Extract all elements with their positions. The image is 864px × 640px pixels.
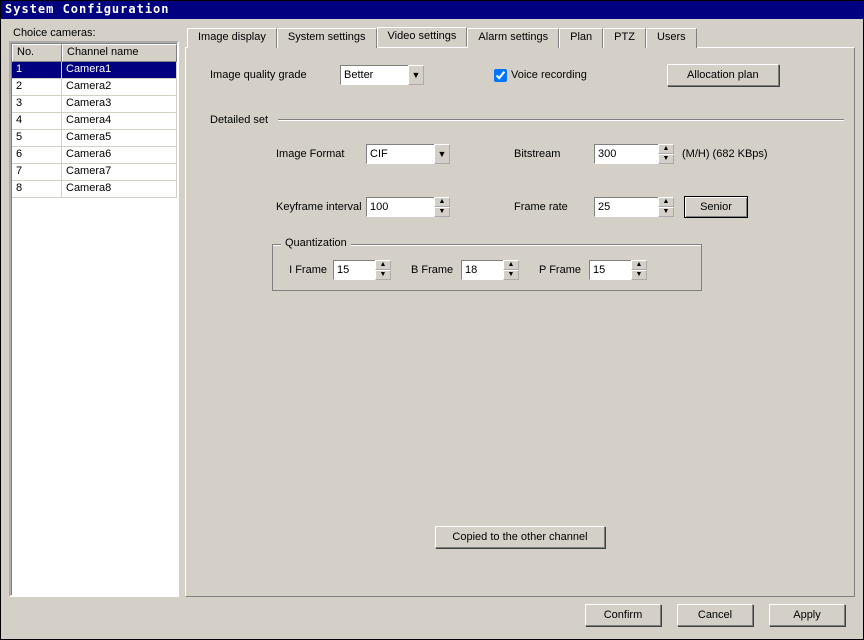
table-row[interactable]: 1Camera1 — [12, 62, 177, 79]
camera-label: Choice cameras: — [9, 27, 179, 39]
pframe-input[interactable] — [589, 260, 631, 280]
cell-name: Camera6 — [62, 147, 177, 163]
tab-video-settings[interactable]: Video settings — [377, 27, 468, 47]
col-no-header[interactable]: No. — [12, 44, 62, 62]
tab-strip: Image displaySystem settingsVideo settin… — [185, 27, 855, 47]
spin-up-icon[interactable]: ▲ — [658, 197, 674, 207]
pframe-spinner[interactable]: ▲ ▼ — [589, 260, 647, 280]
bframe-input[interactable] — [461, 260, 503, 280]
table-row[interactable]: 4Camera4 — [12, 113, 177, 130]
cell-name: Camera1 — [62, 62, 177, 78]
cell-name: Camera3 — [62, 96, 177, 112]
title-bar: System Configuration — [1, 1, 863, 19]
table-row[interactable]: 2Camera2 — [12, 79, 177, 96]
voice-recording-label: Voice recording — [511, 69, 587, 81]
spin-down-icon[interactable]: ▼ — [631, 270, 647, 280]
framerate-label: Frame rate — [514, 201, 594, 213]
tab-system-settings[interactable]: System settings — [277, 28, 377, 48]
spin-down-icon[interactable]: ▼ — [503, 270, 519, 280]
spin-up-icon[interactable]: ▲ — [375, 260, 391, 270]
spin-up-icon[interactable]: ▲ — [658, 144, 674, 154]
senior-button[interactable]: Senior — [684, 196, 748, 218]
bframe-label: B Frame — [411, 264, 461, 276]
image-quality-combo[interactable]: ▼ — [340, 65, 424, 85]
list-body: 1Camera12Camera23Camera34Camera45Camera5… — [12, 62, 177, 198]
cell-no: 5 — [12, 130, 62, 146]
cell-no: 1 — [12, 62, 62, 78]
spin-down-icon[interactable]: ▼ — [658, 154, 674, 164]
image-quality-label: Image quality grade — [210, 69, 340, 81]
spin-down-icon[interactable]: ▼ — [658, 207, 674, 217]
detailed-set-label: Detailed set — [210, 114, 268, 126]
image-format-input[interactable] — [366, 144, 434, 164]
table-row[interactable]: 3Camera3 — [12, 96, 177, 113]
iframe-spinner[interactable]: ▲ ▼ — [333, 260, 391, 280]
table-row[interactable]: 7Camera7 — [12, 164, 177, 181]
table-row[interactable]: 8Camera8 — [12, 181, 177, 198]
iframe-input[interactable] — [333, 260, 375, 280]
dropdown-icon[interactable]: ▼ — [408, 65, 424, 85]
cell-name: Camera7 — [62, 164, 177, 180]
copy-channel-button[interactable]: Copied to the other channel — [435, 526, 605, 548]
spin-up-icon[interactable]: ▲ — [631, 260, 647, 270]
confirm-button[interactable]: Confirm — [585, 604, 661, 626]
footer: Confirm Cancel Apply — [9, 597, 855, 633]
upper-area: Choice cameras: No. Channel name 1Camera… — [9, 27, 855, 597]
tab-users[interactable]: Users — [646, 28, 697, 48]
iframe-label: I Frame — [283, 264, 333, 276]
image-format-combo[interactable]: ▼ — [366, 144, 450, 164]
image-quality-input[interactable] — [340, 65, 408, 85]
apply-button[interactable]: Apply — [769, 604, 845, 626]
tab-plan[interactable]: Plan — [559, 28, 603, 48]
video-settings-page: Image quality grade ▼ Voice recording Al… — [185, 47, 855, 597]
cancel-button[interactable]: Cancel — [677, 604, 753, 626]
spin-down-icon[interactable]: ▼ — [375, 270, 391, 280]
dropdown-icon[interactable]: ▼ — [434, 144, 450, 164]
spin-up-icon[interactable]: ▲ — [434, 197, 450, 207]
window-title: System Configuration — [5, 2, 170, 16]
tab-ptz[interactable]: PTZ — [603, 28, 646, 48]
table-row[interactable]: 5Camera5 — [12, 130, 177, 147]
framerate-input[interactable] — [594, 197, 658, 217]
tab-alarm-settings[interactable]: Alarm settings — [467, 28, 559, 48]
allocation-plan-button[interactable]: Allocation plan — [667, 64, 779, 86]
cell-no: 7 — [12, 164, 62, 180]
spin-down-icon[interactable]: ▼ — [434, 207, 450, 217]
keyframe-input[interactable] — [366, 197, 434, 217]
cell-name: Camera5 — [62, 130, 177, 146]
bframe-spinner[interactable]: ▲ ▼ — [461, 260, 519, 280]
framerate-spinner[interactable]: ▲ ▼ — [594, 197, 674, 217]
client-area: Choice cameras: No. Channel name 1Camera… — [1, 19, 863, 639]
keyframe-spinner[interactable]: ▲ ▼ — [366, 197, 450, 217]
image-format-label: Image Format — [276, 148, 366, 160]
voice-recording-checkbox[interactable]: Voice recording — [494, 69, 587, 82]
bitstream-input[interactable] — [594, 144, 658, 164]
pframe-label: P Frame — [539, 264, 589, 276]
cell-name: Camera2 — [62, 79, 177, 95]
tab-image-display[interactable]: Image display — [187, 28, 277, 48]
camera-panel: Choice cameras: No. Channel name 1Camera… — [9, 27, 179, 597]
camera-listview[interactable]: No. Channel name 1Camera12Camera23Camera… — [9, 41, 179, 597]
voice-recording-input[interactable] — [494, 69, 507, 82]
quantization-group: Quantization I Frame ▲ ▼ B Frame — [272, 244, 702, 291]
col-name-header[interactable]: Channel name — [62, 44, 177, 62]
cell-no: 4 — [12, 113, 62, 129]
list-header: No. Channel name — [12, 44, 177, 62]
window: System Configuration Choice cameras: No.… — [0, 0, 864, 640]
settings-panel: Image displaySystem settingsVideo settin… — [185, 27, 855, 597]
cell-no: 3 — [12, 96, 62, 112]
cell-name: Camera8 — [62, 181, 177, 197]
spin-up-icon[interactable]: ▲ — [503, 260, 519, 270]
keyframe-label: Keyframe interval — [276, 201, 366, 213]
table-row[interactable]: 6Camera6 — [12, 147, 177, 164]
cell-name: Camera4 — [62, 113, 177, 129]
bitstream-label: Bitstream — [514, 148, 594, 160]
bitstream-unit: (M/H) (682 KBps) — [682, 148, 768, 160]
quantization-legend: Quantization — [281, 237, 351, 249]
cell-no: 6 — [12, 147, 62, 163]
cell-no: 8 — [12, 181, 62, 197]
divider — [278, 119, 844, 121]
cell-no: 2 — [12, 79, 62, 95]
bitstream-spinner[interactable]: ▲ ▼ — [594, 144, 674, 164]
